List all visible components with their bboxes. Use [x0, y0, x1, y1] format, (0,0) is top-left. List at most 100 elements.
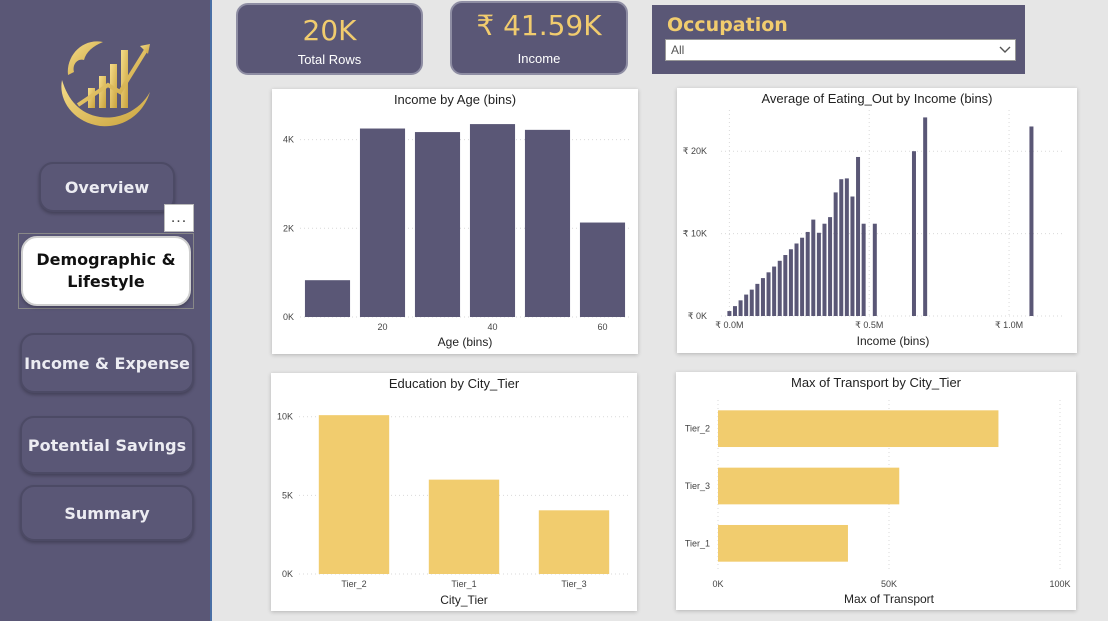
- y-tick-label: Tier_2: [685, 424, 710, 434]
- bar: [469, 124, 516, 317]
- bar: [811, 219, 816, 316]
- chevron-down-icon: [998, 43, 1012, 63]
- more-options-button[interactable]: ...: [164, 204, 194, 232]
- bar: [428, 479, 500, 574]
- x-tick-label: 50K: [881, 579, 897, 589]
- y-tick-label: 0K: [283, 312, 294, 322]
- bar: [732, 306, 737, 316]
- kpi-label: Total Rows: [297, 52, 362, 67]
- bar: [755, 283, 760, 316]
- kpi-label: Income: [517, 51, 561, 66]
- bar: [359, 128, 406, 317]
- bar: [718, 524, 848, 562]
- x-axis-label: Income (bins): [857, 334, 930, 348]
- bar: [718, 467, 900, 505]
- nav-button-demographic-lifestyle[interactable]: Demographic & Lifestyle: [21, 236, 191, 306]
- chart-panel-transport-by-city-tier[interactable]: 0K 50K 100K Tier_2 Tier_3 Tier_1 Max of Transp…: [676, 372, 1076, 610]
- y-tick-label: Tier_1: [685, 538, 710, 548]
- bar: [772, 266, 777, 316]
- x-tick-label: ₹ 0.0M: [715, 320, 743, 330]
- x-tick-label: 40: [487, 322, 497, 332]
- y-tick-label: ₹ 20K: [683, 146, 707, 156]
- y-tick-label: 0K: [282, 569, 293, 579]
- y-tick-label: Tier_3: [685, 481, 710, 491]
- kpi-value: ₹ 41.59K: [476, 9, 602, 42]
- occupation-dropdown[interactable]: All: [665, 39, 1016, 61]
- bar: [788, 249, 793, 316]
- bar: [800, 237, 805, 316]
- bar: [744, 294, 749, 316]
- x-axis-label: Max of Transport: [844, 592, 935, 606]
- chart-panel-education-by-city-tier[interactable]: 0K 5K 10K Tier_2 Tier_1 Tier_3 City_Tier Educa…: [271, 373, 637, 611]
- sidebar: Overview Demographic & Lifestyle ... Inc…: [0, 0, 212, 621]
- bar: [727, 311, 732, 316]
- y-tick-label: 10K: [277, 412, 293, 422]
- bar: [844, 178, 849, 316]
- nav-button-summary[interactable]: Summary: [20, 485, 194, 541]
- x-tick-label: ₹ 0.5M: [855, 320, 883, 330]
- chart-title: Education by City_Tier: [388, 376, 520, 391]
- bar: [850, 196, 855, 316]
- bar: [839, 179, 844, 316]
- bar: [783, 255, 788, 316]
- bar: [766, 272, 771, 316]
- bar: [760, 278, 765, 316]
- kpi-value: 20K: [302, 14, 357, 47]
- logo-graphic: [61, 41, 150, 127]
- chart-svg: 0K 50K 100K Tier_2 Tier_3 Tier_1 Max of Transp…: [685, 400, 1071, 606]
- x-tick-label: ₹ 1.0M: [995, 320, 1023, 330]
- x-tick-label: 20: [377, 322, 387, 332]
- chart-svg: 0K 2K 4K 20 40 60 Age (bins): [283, 124, 630, 349]
- bar: [718, 410, 999, 448]
- x-tick-label: 100K: [1049, 579, 1070, 589]
- kpi-card-income: ₹ 41.59K Income: [450, 1, 628, 75]
- bar: [805, 231, 810, 316]
- x-tick-label: Tier_1: [451, 579, 476, 589]
- y-tick-label: 4K: [283, 135, 294, 145]
- bar: [1029, 126, 1034, 316]
- bar: [911, 151, 916, 316]
- bar: [856, 156, 861, 316]
- bar: [738, 300, 743, 316]
- x-tick-label: 60: [597, 322, 607, 332]
- y-tick-label: 5K: [282, 490, 293, 500]
- chart-title: Max of Transport by City_Tier: [790, 375, 961, 390]
- x-axis-label: Age (bins): [438, 335, 493, 349]
- bar: [828, 217, 833, 316]
- x-tick-label: 0K: [712, 579, 723, 589]
- bar: [833, 192, 838, 316]
- x-tick-label: Tier_3: [561, 579, 586, 589]
- bar: [923, 117, 928, 316]
- y-tick-label: ₹ 10K: [683, 229, 707, 239]
- bar: [794, 243, 799, 316]
- bar: [524, 129, 571, 317]
- chart-title: Average of Eating_Out by Income (bins): [761, 91, 993, 106]
- bar: [304, 280, 351, 317]
- y-tick-label: ₹ 0K: [688, 311, 707, 321]
- nav-button-overview[interactable]: Overview: [39, 162, 175, 212]
- bar: [777, 260, 782, 316]
- occupation-slicer: Occupation All: [652, 5, 1025, 74]
- chart-svg: ₹ 0K ₹ 10K ₹ 20K ₹ 0.0M ₹ 0.5M ₹ 1.0M Income (…: [683, 110, 1065, 348]
- y-tick-label: 2K: [283, 223, 294, 233]
- chart-svg: 0K 5K 10K Tier_2 Tier_1 Tier_3 City_Tier: [277, 412, 629, 607]
- lion-growth-chart-logo: [48, 30, 160, 130]
- chart-title: Income by Age (bins): [393, 92, 517, 107]
- x-tick-label: Tier_2: [341, 579, 366, 589]
- chart-panel-eating-out-by-income[interactable]: ₹ 0K ₹ 10K ₹ 20K ₹ 0.0M ₹ 0.5M ₹ 1.0M Income (…: [677, 88, 1077, 353]
- bar: [872, 223, 877, 316]
- bar: [579, 222, 626, 317]
- nav-button-potential-savings[interactable]: Potential Savings: [20, 416, 194, 474]
- x-axis-label: City_Tier: [440, 593, 488, 607]
- bar: [414, 132, 461, 317]
- kpi-card-total-rows: 20K Total Rows: [236, 3, 423, 75]
- chart-panel-income-by-age[interactable]: 0K 2K 4K 20 40 60 Age (bins) Income by Age (bi…: [272, 89, 638, 354]
- dropdown-value: All: [671, 43, 685, 57]
- bar: [861, 223, 866, 316]
- bar: [538, 510, 610, 574]
- bar: [816, 232, 821, 316]
- slicer-title: Occupation: [667, 14, 788, 36]
- nav-button-income-expense[interactable]: Income & Expense: [20, 333, 194, 393]
- bar: [318, 415, 390, 574]
- bar: [749, 289, 754, 316]
